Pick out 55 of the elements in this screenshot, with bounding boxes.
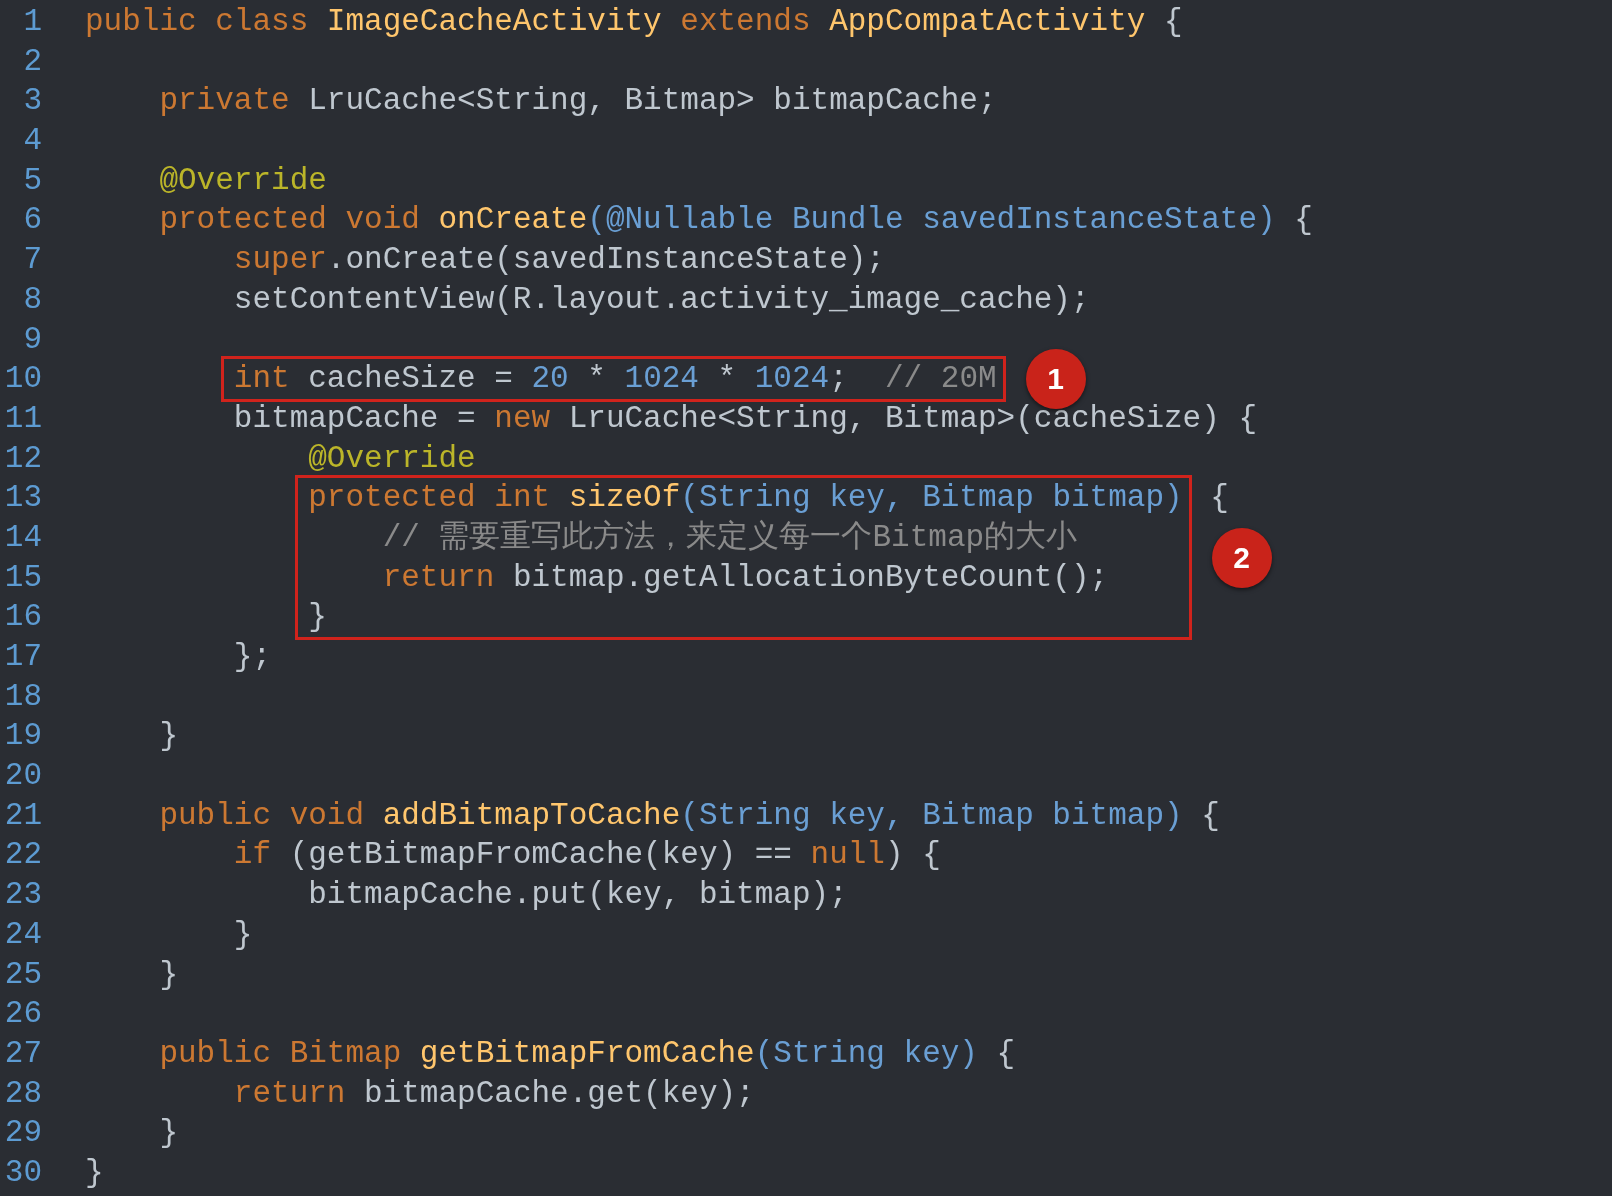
line-number: 7 xyxy=(23,241,42,280)
line-number: 2 xyxy=(23,42,42,81)
code-line: protected int sizeOf(String key, Bitmap bitmap) xyxy=(308,480,1183,516)
line-number: 28 xyxy=(4,1074,42,1113)
code-line: // 需要重写此方法，来定义每一个Bitmap的大小 xyxy=(381,519,1078,555)
code-line: public class ImageCacheActivity extends AppCompatActivity { xyxy=(85,4,1183,39)
code-line: bitmapCache.put(key, bitmap); xyxy=(307,877,848,913)
code-line: protected void onCreate(@Nullable Bundle savedInstanceState) { xyxy=(158,202,1313,238)
code-line: super.onCreate(savedInstanceState); xyxy=(232,242,885,278)
code-line: return bitmap.getAllocationByteCount(); xyxy=(381,559,1109,595)
code-text: { xyxy=(1209,480,1229,516)
line-number: 30 xyxy=(4,1153,42,1192)
line-number: 1 xyxy=(23,3,42,41)
line-number: 14 xyxy=(4,518,42,557)
line-number: 17 xyxy=(4,638,42,676)
line-number: 25 xyxy=(4,955,42,994)
code-line: public Bitmap getBitmapFromCache(String key) { xyxy=(158,1035,1016,1071)
code-line: int cacheSize = 20 * 1024 * 1024; // 20M xyxy=(233,361,997,397)
line-number: 29 xyxy=(4,1114,42,1153)
line-number: 21 xyxy=(4,796,42,835)
line-number: 27 xyxy=(4,1034,42,1073)
code-line: return bitmapCache.get(key); xyxy=(232,1075,755,1111)
code-line: } xyxy=(158,956,178,992)
line-number: 5 xyxy=(23,161,42,200)
line-number: 6 xyxy=(23,201,42,240)
code-line: @Override xyxy=(307,440,476,476)
line-number: 26 xyxy=(4,995,42,1034)
line-number: 22 xyxy=(4,836,42,875)
line-number: 8 xyxy=(23,280,42,319)
code-line: if (getBitmapFromCache(key) == null) { xyxy=(232,837,941,873)
line-number: 15 xyxy=(4,558,42,597)
code-line: @Override xyxy=(158,162,327,198)
code-line: }; xyxy=(232,639,272,674)
line-number: 19 xyxy=(4,717,42,756)
line-number: 10 xyxy=(4,360,42,399)
line-number: 18 xyxy=(4,677,42,716)
number-badge: 2 xyxy=(1211,527,1272,588)
code-line: } xyxy=(158,718,178,754)
code-line: private LruCache<String, Bitmap> bitmapCache; xyxy=(158,83,997,119)
code-line: } xyxy=(85,1154,104,1190)
line-number: 23 xyxy=(4,876,42,915)
code-line: } xyxy=(158,1115,178,1151)
line-number: 4 xyxy=(23,122,42,161)
line-number: 12 xyxy=(4,439,42,478)
line-number: 9 xyxy=(23,320,42,359)
line-number: 3 xyxy=(23,82,42,121)
code-line: public void addBitmapToCache(String key, Bitmap bitmap) { xyxy=(158,797,1220,833)
line-number: 20 xyxy=(4,757,42,796)
line-number: 13 xyxy=(4,479,42,518)
code-line: setContentView(R.layout.activity_image_cache); xyxy=(232,281,1090,317)
line-number: 16 xyxy=(4,598,42,637)
line-number: 11 xyxy=(4,399,42,438)
code-line: } xyxy=(308,599,327,635)
line-number: 24 xyxy=(4,915,42,954)
code-line: } xyxy=(232,916,253,952)
